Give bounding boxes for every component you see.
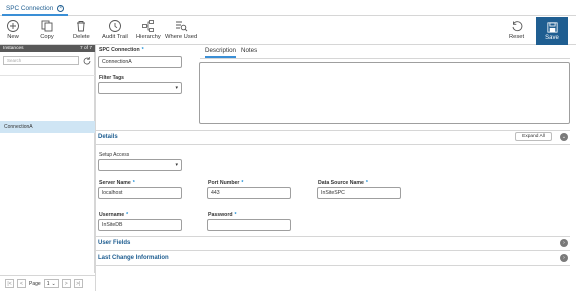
spc-connection-label: SPC Connection * [99,47,144,53]
reset-button[interactable]: Reset [509,19,524,43]
hierarchy-icon [142,20,155,32]
audit-trail-button[interactable]: Audit Trail [102,19,128,43]
page-value: 1 [46,280,50,287]
port-number-label: Port Number * [208,180,243,186]
required-marker: * [141,47,144,53]
password-label-text: Password [208,212,233,218]
copy-icon [41,20,53,32]
required-marker: * [234,212,237,218]
chevron-right-icon[interactable]: › [560,239,568,247]
required-marker: * [132,180,135,186]
instances-panel: Instances 7 of 7 Search ConnectionA [0,45,95,273]
next-page-button[interactable]: > [61,279,71,288]
last-page-button[interactable]: >| [73,279,83,288]
required-marker: * [241,180,244,186]
list-item[interactable]: ConnectionA [0,121,95,133]
refresh-icon[interactable] [82,56,92,66]
last-change-section-header[interactable]: Last Change Information › [96,252,570,264]
username-label: Username * [99,212,128,218]
chevron-down-icon[interactable]: ⌄ [560,133,568,141]
plus-circle-icon [7,20,19,32]
tab-description[interactable]: Description [205,47,236,58]
chevron-down-icon: ▾ [175,85,178,91]
data-source-name-label: Data Source Name * [318,180,368,186]
instances-header: Instances 7 of 7 [0,45,95,52]
filter-tags-select[interactable]: ▾ [98,82,182,94]
audit-trail-label: Audit Trail [102,34,128,40]
server-name-label: Server Name * [99,180,135,186]
tab-label: SPC Connection [6,4,54,12]
list-item-label: ConnectionA [4,124,33,130]
toolbar: New Copy Delete Audit Trail Hierarchy Wh… [0,17,576,45]
save-label: Save [545,35,559,41]
page-select[interactable]: 1 ⌄ [43,279,59,288]
title-bar [0,0,576,16]
chevron-down-icon: ▾ [175,162,178,168]
page-label: Page [29,280,41,287]
save-button[interactable]: Save [536,17,568,45]
new-label: New [7,34,19,40]
details-section-header[interactable]: Details ⌄ [96,131,570,143]
spc-connection-label-text: SPC Connection [99,47,140,53]
password-label: Password * [208,212,237,218]
chevron-right-icon[interactable]: › [560,254,568,262]
where-used-button[interactable]: Where Used [165,19,197,43]
tab-spc-connection[interactable]: SPC Connection × [2,2,69,16]
server-name-field[interactable]: localhost [98,187,182,199]
data-source-name-field[interactable]: InSiteSPC [317,187,401,199]
instances-title: Instances [3,46,24,51]
clock-icon [108,20,121,32]
required-marker: * [365,180,368,186]
port-number-field[interactable]: 443 [207,187,291,199]
instances-count: 7 of 7 [79,46,92,51]
section-divider [96,144,570,145]
description-textarea[interactable] [199,62,570,124]
port-number-label-text: Port Number [208,180,240,186]
first-page-button[interactable]: |< [5,279,14,288]
delete-label: Delete [73,34,90,40]
tabs-divider [200,58,570,59]
reset-icon [512,21,522,32]
server-name-label-text: Server Name [99,180,131,186]
trash-icon [77,21,86,32]
section-divider [96,265,570,266]
data-source-label-text: Data Source Name [318,180,364,186]
last-change-title: Last Change Information [98,255,169,261]
hierarchy-label: Hierarchy [136,34,161,40]
spc-connection-field[interactable]: ConnectionA [98,56,182,68]
user-fields-title: User Fields [98,240,131,246]
save-icon [546,22,558,33]
username-field[interactable]: InSiteDB [98,219,182,231]
required-marker: * [126,212,129,218]
setup-access-label: Setup Access [99,152,130,158]
chevron-down-icon: ⌄ [51,280,56,287]
username-label-text: Username [99,212,125,218]
pager: |< < Page 1 ⌄ > >| [0,275,95,291]
where-used-label: Where Used [165,34,198,40]
delete-button[interactable]: Delete [73,19,90,43]
close-tab-icon[interactable]: × [57,4,65,12]
tab-notes[interactable]: Notes [241,47,257,54]
copy-label: Copy [40,34,54,40]
filter-tags-label: Filter Tags [99,75,124,81]
password-field[interactable] [207,219,291,231]
expand-all-button[interactable]: Expand All [515,132,552,141]
instances-search-input[interactable]: Search [3,56,79,65]
reset-label: Reset [509,34,525,40]
user-fields-section-header[interactable]: User Fields › [96,237,570,249]
instances-divider [0,75,95,76]
copy-button[interactable]: Copy [40,19,54,43]
hierarchy-button[interactable]: Hierarchy [136,19,161,43]
where-used-icon [176,21,188,32]
new-button[interactable]: New [6,19,20,43]
prev-page-button[interactable]: < [17,279,26,288]
details-title: Details [98,134,118,140]
section-divider [96,250,570,251]
setup-access-select[interactable]: ▾ [98,159,182,171]
